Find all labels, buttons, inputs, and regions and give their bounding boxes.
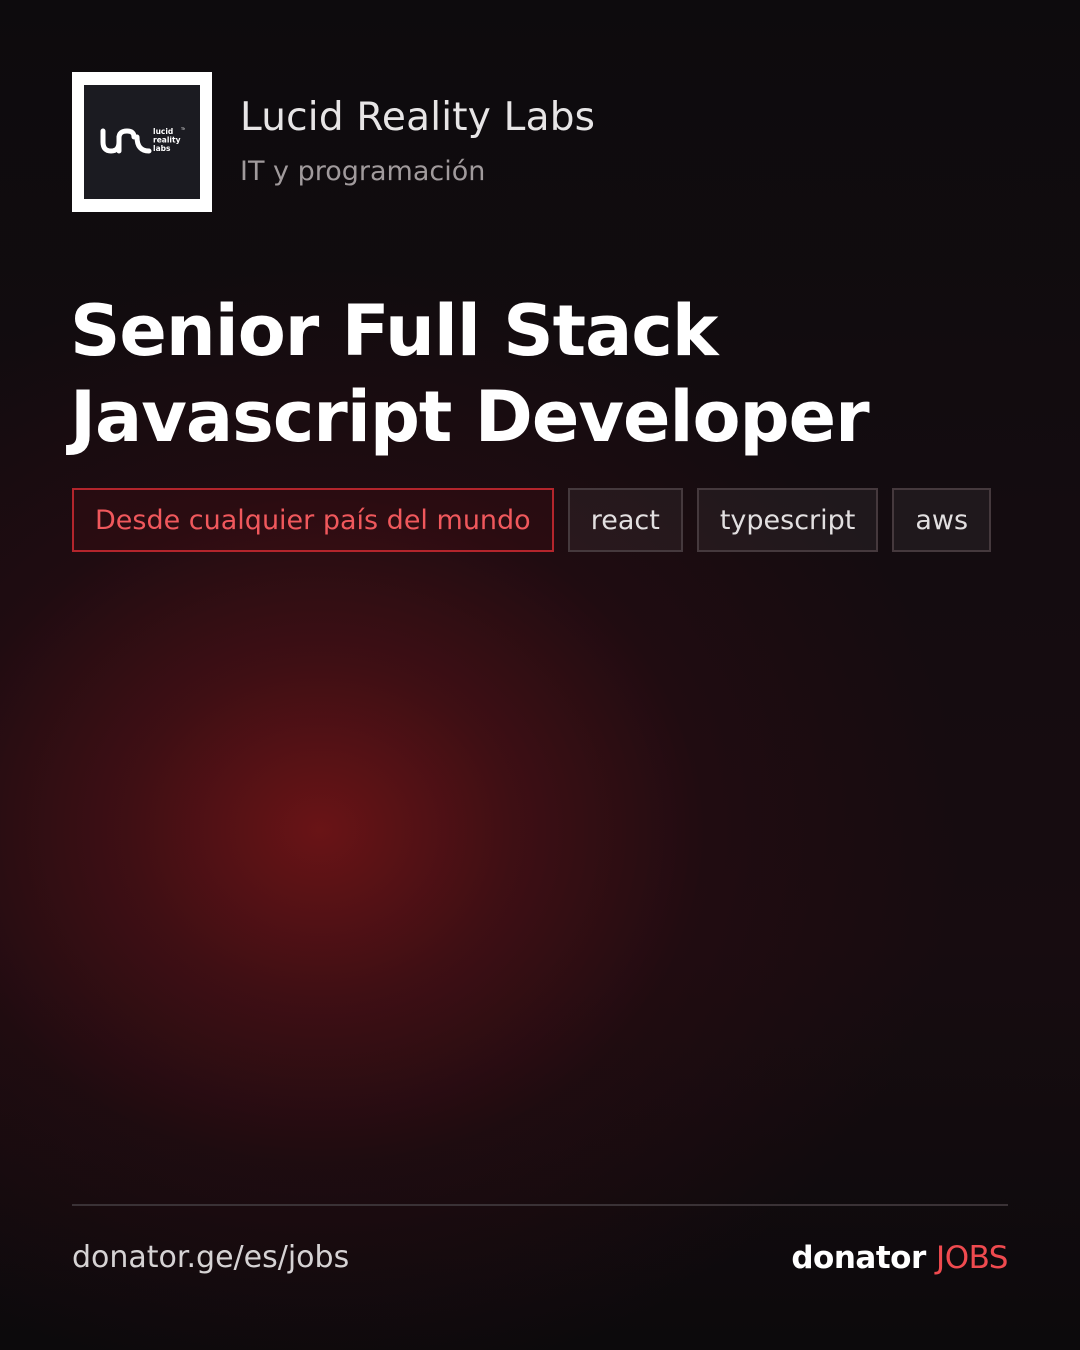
skill-tag-aws: aws: [892, 488, 992, 552]
job-title-line-2: Javascript Developer: [70, 376, 870, 458]
job-title: Senior Full Stack Javascript Developer: [70, 288, 1030, 460]
brand-word: donator: [791, 1240, 926, 1276]
company-info: Lucid Reality Labs IT y programación: [240, 95, 595, 188]
brand-logo: donator JOBS: [791, 1236, 1008, 1280]
footer-divider: [72, 1204, 1008, 1206]
lrl-logo-icon: lucid reality labs TM: [100, 127, 185, 154]
company-logo: lucid reality labs TM: [72, 72, 212, 212]
svg-text:TM: TM: [180, 127, 185, 131]
tag-list: Desde cualquier país del mundo react typ…: [72, 488, 992, 552]
company-logo-mark: lucid reality labs TM: [84, 85, 200, 199]
location-tag: Desde cualquier país del mundo: [72, 488, 554, 552]
footer-url[interactable]: donator.ge/es/jobs: [72, 1236, 349, 1280]
skill-tag-typescript: typescript: [696, 488, 879, 552]
svg-text:labs: labs: [153, 144, 171, 153]
company-category: IT y programación: [240, 156, 486, 188]
company-name: Lucid Reality Labs: [240, 95, 596, 141]
company-header: lucid reality labs TM Lucid Reality Labs…: [72, 72, 595, 212]
brand-accent: JOBS: [936, 1240, 1008, 1276]
job-title-line-1: Senior Full Stack: [70, 290, 718, 372]
skill-tag-react: react: [567, 488, 683, 552]
